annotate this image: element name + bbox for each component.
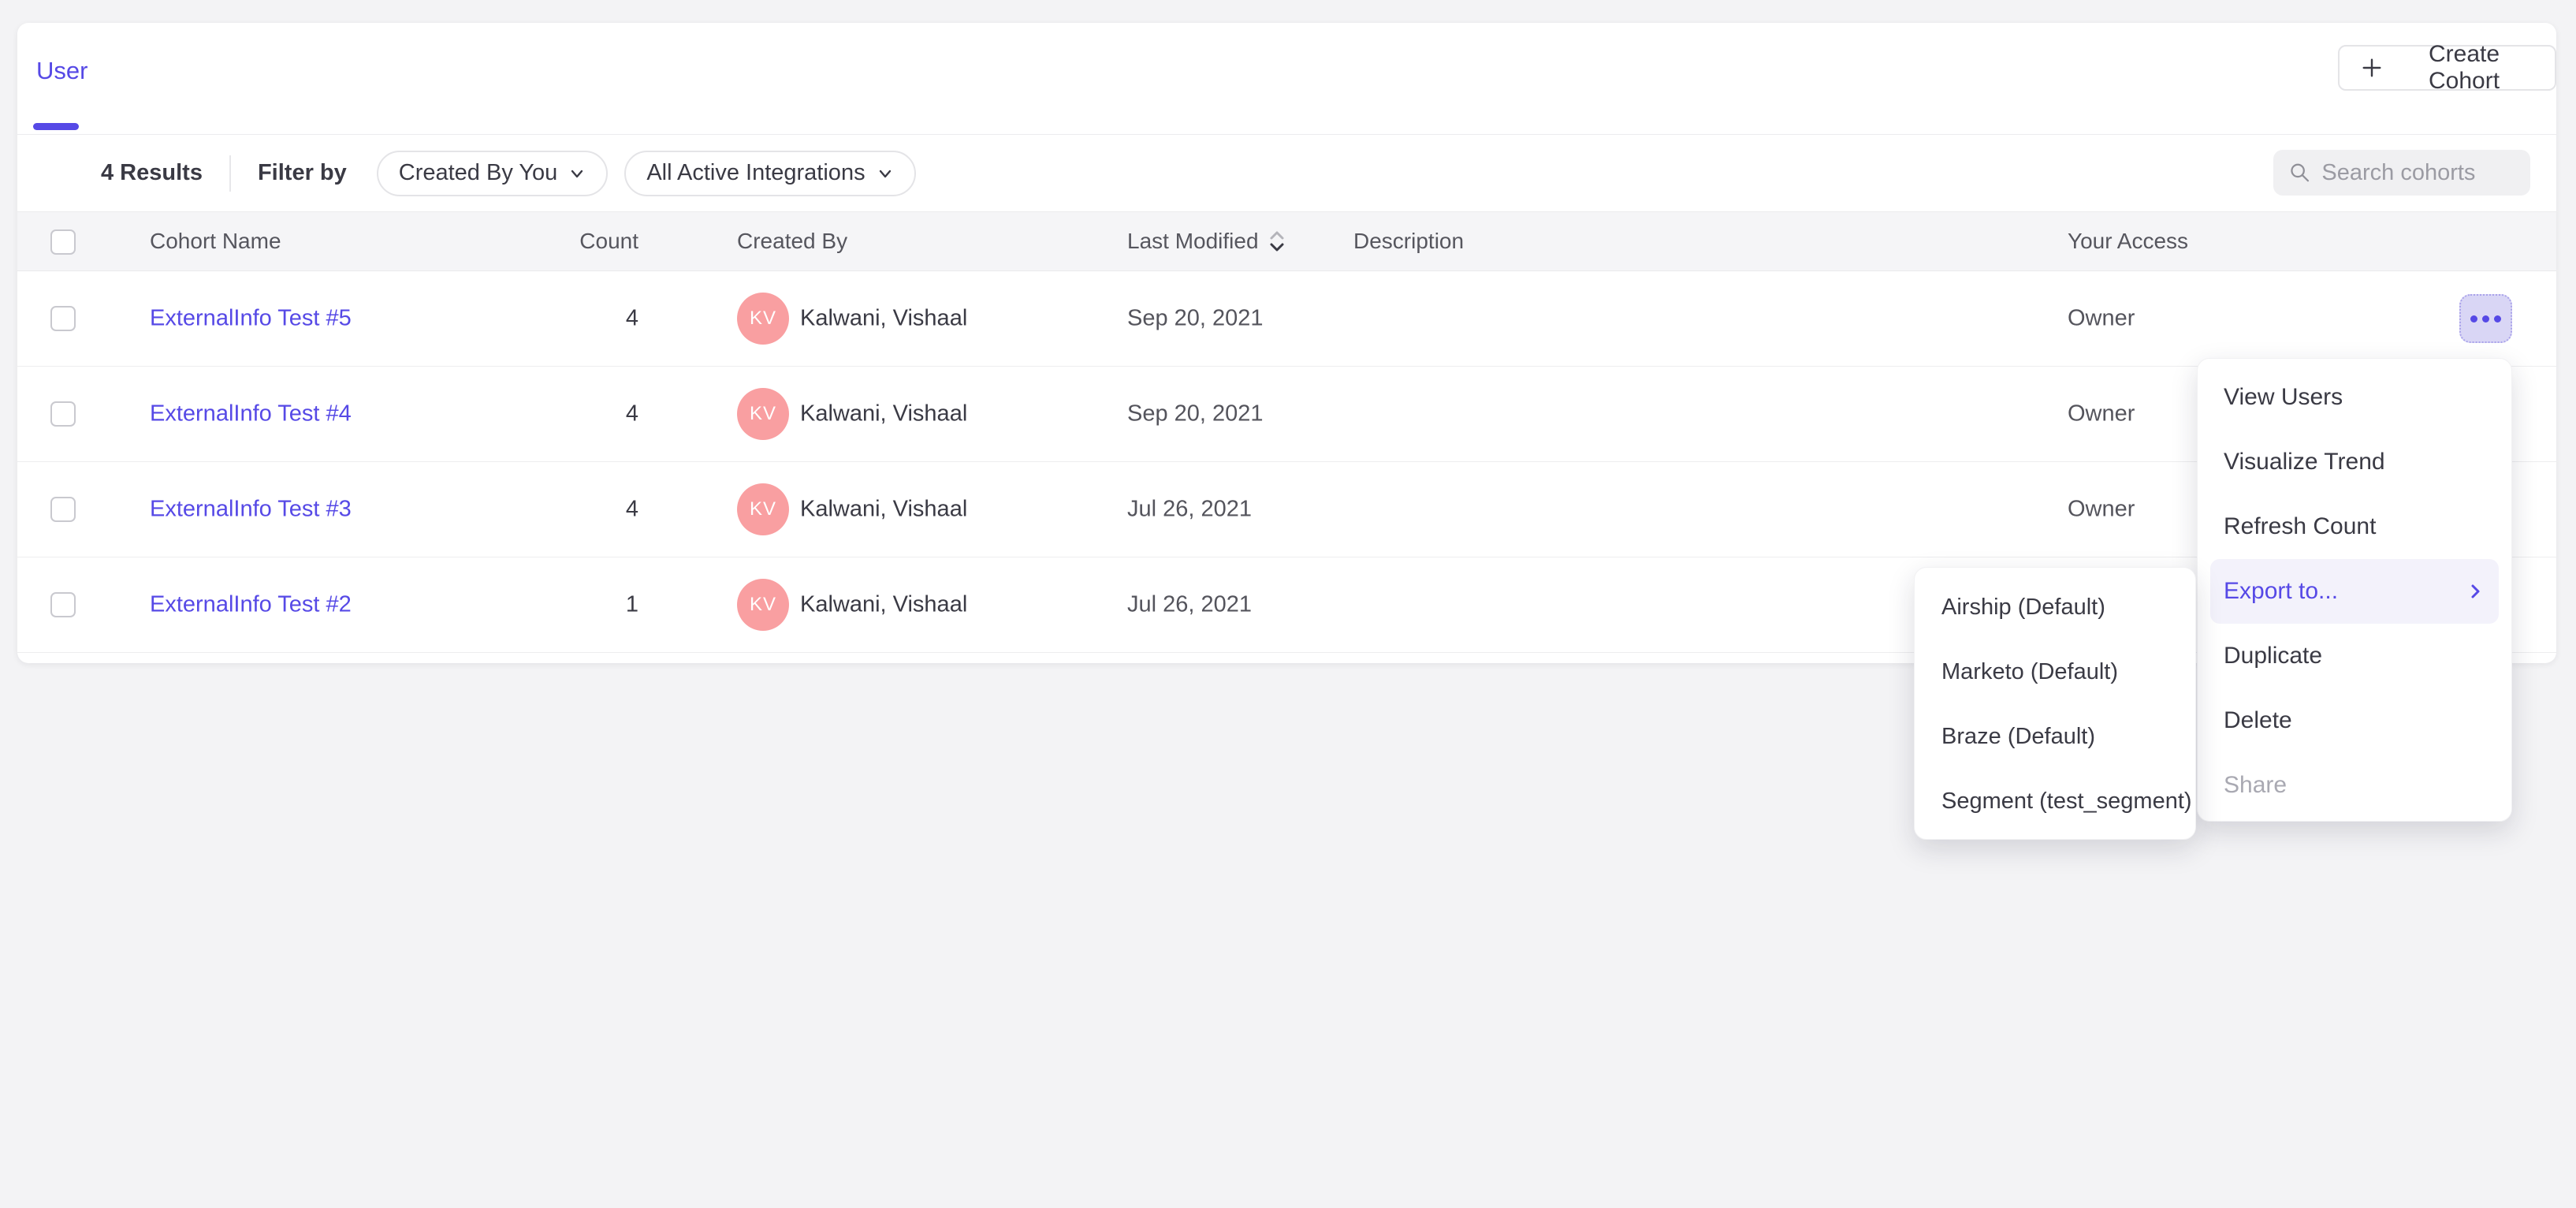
last-modified-date: Sep 20, 2021 (1127, 401, 1264, 427)
column-header-last-modified[interactable]: Last Modified (1127, 229, 1286, 254)
cohort-name-link[interactable]: ExternalInfo Test #4 (150, 401, 352, 427)
table-row: ExternalInfo Test #3 4 KV Kalwani, Visha… (17, 462, 2556, 557)
tab-user[interactable]: User (36, 57, 87, 85)
column-header-cohort-name: Cohort Name (150, 229, 281, 254)
select-all-checkbox[interactable] (50, 229, 76, 255)
avatar: KV (737, 579, 789, 631)
filter-by-label: Filter by (258, 160, 347, 186)
access-level: Owner (2068, 401, 2135, 427)
menu-item-refresh-count[interactable]: Refresh Count (2210, 494, 2499, 559)
last-modified-date: Jul 26, 2021 (1127, 497, 1252, 523)
menu-item-delete[interactable]: Delete (2210, 688, 2499, 753)
avatar: KV (737, 293, 789, 345)
row-checkbox[interactable] (50, 592, 76, 617)
tab-active-underline (33, 123, 79, 130)
created-by-filter-dropdown[interactable]: Created By You (377, 151, 609, 196)
row-checkbox[interactable] (50, 497, 76, 522)
submenu-item-segment[interactable]: Segment (test_segment) (1926, 769, 2184, 833)
dot (2494, 315, 2501, 323)
chevron-right-icon (2465, 581, 2485, 602)
table-header: Cohort Name Count Created By Last Modifi… (17, 211, 2556, 271)
integrations-filter-dropdown[interactable]: All Active Integrations (624, 151, 915, 196)
table-row: ExternalInfo Test #4 4 KV Kalwani, Visha… (17, 367, 2556, 462)
sort-desc-icon (1268, 229, 1286, 253)
creator-name: Kalwani, Vishaal (800, 306, 967, 332)
cohort-name-link[interactable]: ExternalInfo Test #2 (150, 592, 352, 618)
integrations-filter-value: All Active Integrations (646, 160, 865, 186)
creator-name: Kalwani, Vishaal (800, 401, 967, 427)
divider (229, 155, 231, 192)
tab-bar: User Create Cohort (17, 23, 2556, 135)
column-header-created-by: Created By (737, 229, 847, 254)
cohort-name-link[interactable]: ExternalInfo Test #3 (150, 497, 352, 523)
row-actions-more-button[interactable] (2459, 294, 2512, 343)
access-level: Owner (2068, 306, 2135, 332)
menu-item-share: Share (2210, 753, 2499, 818)
export-to-label: Export to... (2224, 578, 2338, 605)
avatar: KV (737, 483, 789, 535)
menu-item-visualize-trend[interactable]: Visualize Trend (2210, 430, 2499, 494)
create-cohort-button[interactable]: Create Cohort (2338, 45, 2556, 91)
last-modified-date: Jul 26, 2021 (1127, 592, 1252, 618)
search-cohorts-box (2273, 150, 2530, 196)
created-by-filter-value: Created By You (399, 160, 558, 186)
table-row: ExternalInfo Test #5 4 KV Kalwani, Visha… (17, 271, 2556, 367)
search-icon (2289, 160, 2310, 185)
cohort-count: 4 (489, 306, 638, 332)
submenu-item-braze[interactable]: Braze (Default) (1926, 704, 2184, 769)
access-level: Owner (2068, 497, 2135, 523)
row-actions-menu: View Users Visualize Trend Refresh Count… (2197, 358, 2512, 822)
export-submenu: Airship (Default) Marketo (Default) Braz… (1914, 567, 2196, 840)
last-modified-date: Sep 20, 2021 (1127, 306, 1264, 332)
menu-item-view-users[interactable]: View Users (2210, 365, 2499, 430)
last-modified-label: Last Modified (1127, 229, 1259, 254)
dot (2470, 315, 2477, 323)
creator-name: Kalwani, Vishaal (800, 592, 967, 618)
cohort-count: 4 (489, 497, 638, 523)
chevron-down-icon (877, 165, 894, 182)
results-count: 4 Results (101, 160, 203, 186)
plus-icon (2361, 56, 2383, 80)
menu-item-duplicate[interactable]: Duplicate (2210, 624, 2499, 688)
column-header-your-access: Your Access (2068, 229, 2188, 254)
filter-bar: 4 Results Filter by Created By You All A… (17, 135, 2556, 211)
avatar: KV (737, 388, 789, 440)
column-header-count: Count (489, 229, 638, 254)
cohorts-page: User Create Cohort 4 Results Filter by C… (0, 0, 2576, 1208)
creator-name: Kalwani, Vishaal (800, 497, 967, 523)
cohort-count: 4 (489, 401, 638, 427)
chevron-down-icon (568, 165, 586, 182)
search-cohorts-input[interactable] (2321, 160, 2515, 186)
submenu-item-marketo[interactable]: Marketo (Default) (1926, 639, 2184, 704)
row-checkbox[interactable] (50, 306, 76, 331)
cohort-count: 1 (489, 592, 638, 618)
menu-item-export-to[interactable]: Export to... (2210, 559, 2499, 624)
cohort-name-link[interactable]: ExternalInfo Test #5 (150, 306, 352, 332)
column-header-description: Description (1353, 229, 1464, 254)
create-cohort-label: Create Cohort (2395, 41, 2533, 95)
dot (2482, 315, 2489, 323)
submenu-item-airship[interactable]: Airship (Default) (1926, 575, 2184, 639)
row-checkbox[interactable] (50, 401, 76, 427)
